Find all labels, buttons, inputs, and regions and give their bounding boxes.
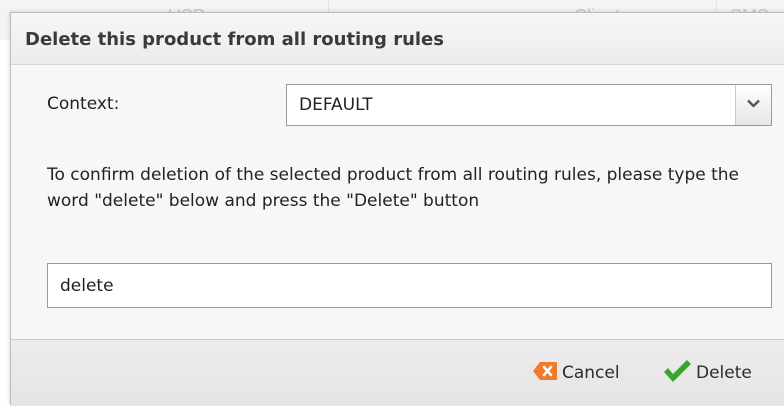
dialog-title: Delete this product from all routing rul… xyxy=(25,29,444,50)
delete-button[interactable]: Delete xyxy=(662,359,752,388)
context-label: Context: xyxy=(47,94,120,114)
dialog-titlebar[interactable]: Delete this product from all routing rul… xyxy=(11,13,784,65)
dialog-footer: Cancel Delete xyxy=(11,340,784,406)
dialog-body: Context: DEFAULT To confirm deletion of … xyxy=(11,65,784,340)
delete-product-dialog: Delete this product from all routing rul… xyxy=(10,12,784,406)
context-dropdown-button[interactable] xyxy=(735,85,771,125)
context-select-value: DEFAULT xyxy=(299,95,373,115)
delete-button-label: Delete xyxy=(696,363,752,383)
confirmation-message: To confirm deletion of the selected prod… xyxy=(47,165,740,211)
chevron-down-icon xyxy=(747,99,760,108)
confirm-delete-input[interactable] xyxy=(47,263,772,308)
context-select[interactable]: DEFAULT xyxy=(286,84,772,126)
cancel-button[interactable]: Cancel xyxy=(532,360,620,386)
cancel-button-label: Cancel xyxy=(562,363,620,383)
cancel-icon xyxy=(532,361,558,386)
checkmark-icon xyxy=(662,359,692,388)
